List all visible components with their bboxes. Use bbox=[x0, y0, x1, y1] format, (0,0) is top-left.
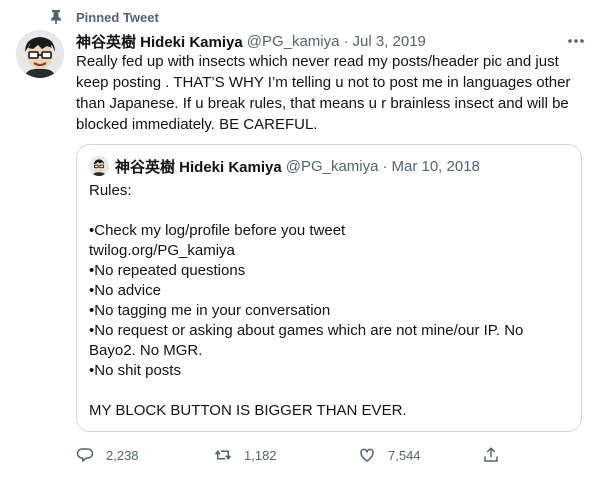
quote-line: •Check my log/profile before you tweet bbox=[89, 222, 346, 239]
quote-line: twilog.org/PG_kamiya bbox=[89, 242, 235, 259]
pin-icon bbox=[51, 10, 61, 24]
quote-line: •No tagging me in your conversation bbox=[89, 302, 331, 319]
share-button[interactable] bbox=[482, 444, 512, 466]
quote-user-handle: @PG_kamiya bbox=[285, 157, 379, 175]
quote-line: •No request or asking about games which … bbox=[89, 322, 524, 339]
avatar[interactable] bbox=[16, 30, 64, 78]
reply-count: 2,238 bbox=[106, 447, 139, 463]
reply-button[interactable]: 2,238 bbox=[76, 444, 139, 466]
quote-line: Rules: bbox=[89, 182, 132, 199]
like-icon bbox=[360, 448, 374, 462]
pinned-indicator: Pinned Tweet bbox=[50, 9, 159, 25]
quote-date: Mar 10, 2018 bbox=[391, 157, 480, 175]
like-count: 7,544 bbox=[388, 447, 421, 463]
quote-line: •No advice bbox=[89, 282, 161, 299]
retweet-count: 1,182 bbox=[244, 447, 277, 463]
tweet-text: Really fed up with insects which never r… bbox=[76, 53, 571, 133]
more-button[interactable] bbox=[564, 31, 588, 51]
quote-display-name: 神谷英樹 Hideki Kamiya bbox=[115, 158, 282, 176]
quote-header: 神谷英樹 Hideki Kamiya @PG_kamiya · Mar 10, … bbox=[89, 155, 480, 177]
quote-avatar bbox=[89, 156, 109, 176]
quote-avatar-image bbox=[89, 156, 109, 176]
quote-line bbox=[89, 381, 569, 401]
quote-text: Rules: •Check my log/profile before you … bbox=[89, 181, 569, 421]
retweet-button[interactable]: 1,182 bbox=[214, 444, 277, 466]
reply-icon bbox=[76, 448, 94, 462]
quote-line: •No shit posts bbox=[89, 362, 181, 379]
more-horizontal-icon bbox=[568, 39, 584, 43]
display-name[interactable]: 神谷英樹 Hideki Kamiya bbox=[76, 31, 243, 52]
quote-line: •No repeated questions bbox=[89, 262, 246, 279]
tweet-date[interactable]: Jul 3, 2019 bbox=[352, 33, 425, 50]
quote-line bbox=[89, 201, 569, 221]
avatar-image bbox=[16, 30, 64, 78]
pinned-tweet[interactable]: Pinned Tweet 神谷英樹 Hideki Kamiya @PG_kami… bbox=[0, 0, 600, 478]
action-bar: 2,238 1,182 7,544 bbox=[76, 444, 516, 466]
tweet-header: 神谷英樹 Hideki Kamiya @PG_kamiya · Jul 3, 2… bbox=[76, 31, 588, 51]
separator-dot: · bbox=[343, 32, 349, 50]
quote-tweet[interactable]: 神谷英樹 Hideki Kamiya @PG_kamiya · Mar 10, … bbox=[76, 144, 582, 432]
retweet-icon bbox=[214, 450, 232, 460]
quote-line: MY BLOCK BUTTON IS BIGGER THAN EVER. bbox=[89, 402, 407, 419]
user-handle[interactable]: @PG_kamiya bbox=[247, 33, 340, 50]
pinned-label: Pinned Tweet bbox=[76, 9, 159, 25]
quote-separator-dot: · bbox=[382, 157, 388, 175]
share-icon bbox=[484, 447, 498, 462]
quote-line: Bayo2. No MGR. bbox=[89, 342, 203, 359]
like-button[interactable]: 7,544 bbox=[358, 444, 421, 466]
